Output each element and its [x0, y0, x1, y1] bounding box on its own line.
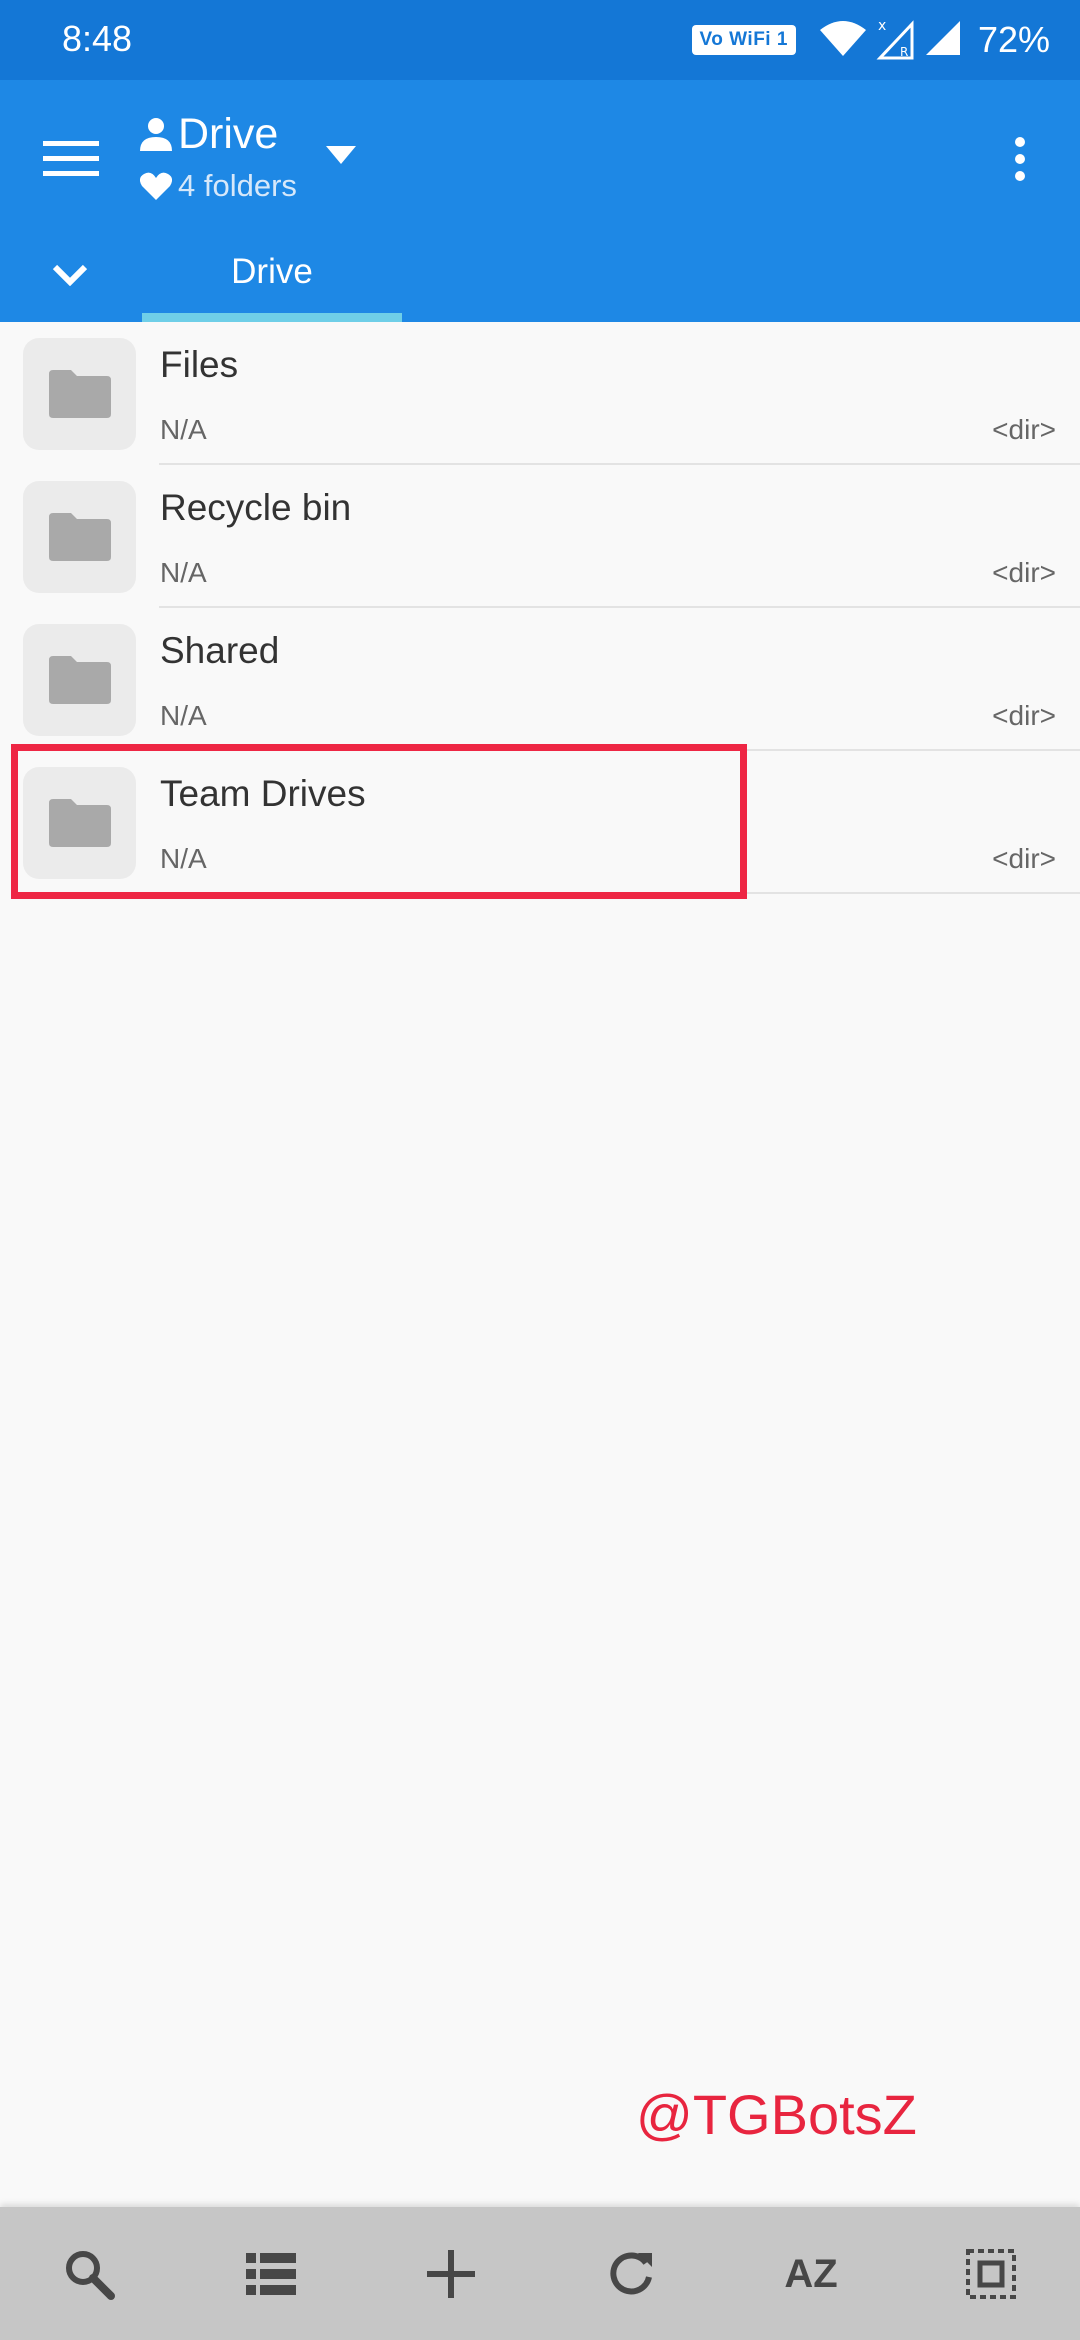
select-all-icon — [966, 2249, 1016, 2299]
item-type: <dir> — [992, 414, 1056, 445]
item-name: Files — [160, 344, 239, 385]
location-dropdown-button[interactable] — [318, 132, 364, 178]
search-button[interactable] — [44, 2229, 134, 2319]
tab-drive-label: Drive — [231, 252, 313, 291]
list-item-files[interactable]: Files N/A <dir> — [0, 322, 1080, 465]
cellular-signal-icon — [924, 19, 962, 62]
more-options-button[interactable] — [990, 122, 1050, 196]
svg-text:R: R — [900, 45, 908, 59]
list-item-recycle-bin[interactable]: Recycle bin N/A <dir> — [0, 465, 1080, 608]
bottom-toolbar: AZ — [0, 2207, 1080, 2340]
status-icons: Vo WiFi 1 x R 72% — [691, 12, 1050, 68]
item-meta: N/A — [160, 557, 207, 588]
title-block[interactable]: Drive 4 folders — [140, 106, 297, 208]
refresh-button[interactable] — [586, 2229, 676, 2319]
wifi-icon — [818, 18, 868, 63]
hamburger-icon — [43, 141, 99, 176]
menu-button[interactable] — [28, 122, 114, 196]
item-name: Shared — [160, 630, 280, 671]
highlight-box — [11, 744, 747, 899]
battery-percent: 72% — [977, 19, 1050, 60]
item-name: Recycle bin — [160, 487, 352, 528]
item-type: <dir> — [992, 843, 1056, 874]
list-item-shared[interactable]: Shared N/A <dir> — [0, 608, 1080, 751]
app-bar: Drive 4 folders Drive — [0, 80, 1080, 322]
add-button[interactable] — [406, 2229, 496, 2319]
cellular-signal-x-icon: x R — [876, 16, 916, 65]
tab-drive[interactable]: Drive — [142, 240, 402, 322]
view-mode-button[interactable] — [226, 2229, 316, 2319]
item-meta: N/A — [160, 700, 207, 731]
sort-az-label: AZ — [784, 2251, 838, 2296]
more-vert-icon — [1015, 137, 1025, 181]
watermark-text: @TGBotsZ — [636, 2083, 917, 2146]
account-icon — [140, 118, 172, 151]
heart-icon — [140, 172, 172, 200]
item-type: <dir> — [992, 557, 1056, 588]
tab-indicator — [142, 313, 402, 322]
item-type: <dir> — [992, 700, 1056, 731]
search-icon — [66, 2251, 115, 2300]
chevron-down-icon — [52, 264, 88, 286]
folder-icon — [23, 624, 136, 736]
status-time: 8:48 — [62, 18, 133, 59]
page-title: Drive — [178, 109, 279, 158]
vowifi-badge: Vo WiFi 1 — [691, 25, 796, 55]
list-view-icon — [246, 2253, 296, 2295]
refresh-icon — [610, 2252, 652, 2295]
folder-count: 4 folders — [178, 168, 297, 203]
collapse-tabs-button[interactable] — [30, 240, 110, 310]
svg-text:x: x — [878, 18, 886, 34]
item-meta: N/A — [160, 414, 207, 445]
dropdown-arrow-icon — [326, 146, 356, 164]
select-all-button[interactable] — [946, 2229, 1036, 2319]
sort-button[interactable]: AZ — [766, 2229, 856, 2319]
folder-icon — [23, 481, 136, 593]
folder-icon — [23, 338, 136, 450]
status-bar: 8:48 Vo WiFi 1 x R 72% — [0, 0, 1080, 80]
plus-icon — [427, 2250, 475, 2298]
